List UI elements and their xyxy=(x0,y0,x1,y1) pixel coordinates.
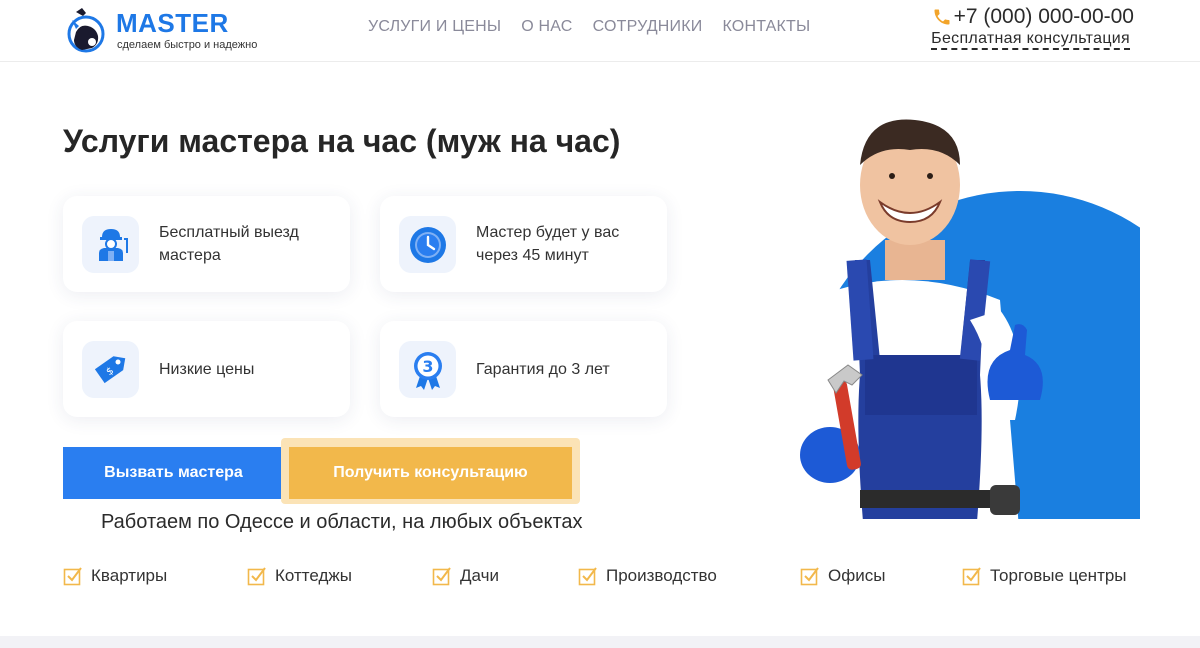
checkbox-icon xyxy=(63,567,82,586)
site-header: MASTER сделаем быстро и надежно УСЛУГИ И… xyxy=(0,0,1200,62)
logo-subtitle: сделаем быстро и надежно xyxy=(117,39,258,51)
list-item: Квартиры xyxy=(63,566,167,586)
feature-card-free-visit: Бесплатный выезд мастера xyxy=(63,196,350,292)
feature-card-text: Низкие цены xyxy=(159,360,255,378)
guarantee-medal-icon: 3 xyxy=(399,341,456,398)
feature-card-guarantee: 3 Гарантия до 3 лет xyxy=(380,321,667,417)
list-item-label: Торговые центры xyxy=(990,566,1127,585)
list-item: Офисы xyxy=(800,566,885,586)
list-item: Коттеджы xyxy=(247,566,352,586)
nav-staff[interactable]: СОТРУДНИКИ xyxy=(593,18,703,36)
list-item-label: Производство xyxy=(606,566,717,585)
free-consultation-link[interactable]: Бесплатная консультация xyxy=(931,30,1130,50)
nav-about[interactable]: О НАС xyxy=(521,18,572,36)
logo-hand-icon xyxy=(67,8,105,53)
price-tag-icon: $ xyxy=(82,341,139,398)
checkbox-icon xyxy=(578,567,597,586)
feature-card-text: Гарантия до 3 лет xyxy=(476,360,610,378)
master-photo xyxy=(791,119,1140,519)
feature-card-low-prices: $ Низкие цены xyxy=(63,321,350,417)
logo-title: MASTER xyxy=(116,8,229,38)
phone-link[interactable]: +7 (000) 000-00-00 xyxy=(932,5,1134,29)
list-item-label: Офисы xyxy=(828,566,886,585)
checkbox-icon xyxy=(962,567,981,586)
list-item-label: Квартиры xyxy=(91,566,168,585)
list-item: Торговые центры xyxy=(962,566,1127,586)
list-item-label: Дачи xyxy=(460,566,499,585)
list-item-label: Коттеджы xyxy=(275,566,352,585)
feature-card-text: Мастер будет у вас через 45 минут xyxy=(476,224,620,264)
service-area-text: Работаем по Одессе и области, на любых о… xyxy=(101,511,583,533)
worker-icon xyxy=(82,216,139,273)
nav-services[interactable]: УСЛУГИ И ЦЕНЫ xyxy=(368,18,501,36)
feature-card-arrival: Мастер будет у вас через 45 минут xyxy=(380,196,667,292)
logo[interactable]: MASTER сделаем быстро и надежно xyxy=(62,4,292,54)
call-master-button[interactable]: Вызвать мастера xyxy=(63,447,284,499)
checkbox-icon xyxy=(800,567,819,586)
clock-icon xyxy=(399,216,456,273)
page-title: Услуги мастера на час (муж на час) xyxy=(63,123,621,159)
feature-card-text: Бесплатный выезд мастера xyxy=(159,224,299,264)
checkbox-icon xyxy=(432,567,451,586)
svg-text:3: 3 xyxy=(422,357,433,376)
get-consultation-button[interactable]: Получить консультацию xyxy=(289,447,572,499)
section-divider xyxy=(0,636,1200,648)
list-item: Производство xyxy=(578,566,717,586)
main-nav: УСЛУГИ И ЦЕНЫ О НАС СОТРУДНИКИ КОНТАКТЫ xyxy=(368,18,810,36)
checkbox-icon xyxy=(247,567,266,586)
list-item: Дачи xyxy=(432,566,499,586)
object-types-list: Квартиры Коттеджы Дачи Производство Офис… xyxy=(0,566,1200,590)
nav-contacts[interactable]: КОНТАКТЫ xyxy=(722,18,810,36)
phone-number: +7 (000) 000-00-00 xyxy=(953,5,1134,28)
phone-icon xyxy=(934,9,950,25)
